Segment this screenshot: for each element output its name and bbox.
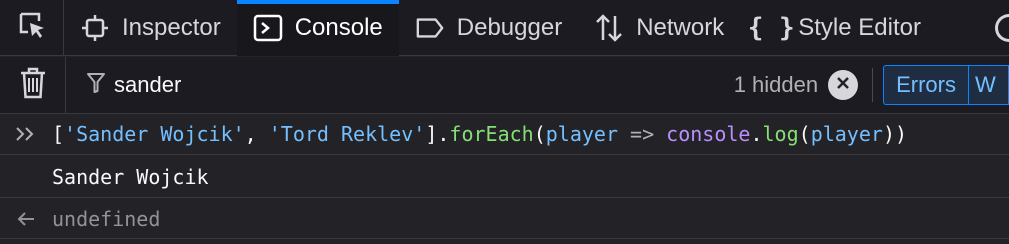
result-arrow-icon (0, 211, 52, 227)
code-token: ( (533, 122, 546, 146)
console-result-row: undefined (0, 199, 1009, 239)
element-picker-button[interactable] (0, 0, 64, 56)
overflow-tab-icon[interactable] (995, 14, 1009, 42)
console-icon (253, 13, 283, 43)
inspector-icon (80, 13, 110, 43)
code-token: , (244, 122, 269, 146)
errors-filter-button[interactable]: Errors (883, 65, 969, 105)
hidden-messages-count: 1 hidden (733, 72, 819, 97)
tab-label: Inspector (122, 13, 221, 41)
code-token: => (618, 122, 667, 146)
code-token: player (545, 122, 618, 146)
console-input-row: ['Sander Wojcik', 'Tord Reklev'].forEach… (0, 114, 1009, 155)
code-token: console (666, 122, 751, 146)
command-text[interactable]: ['Sander Wojcik', 'Tord Reklev'].forEach… (52, 122, 907, 146)
clear-filter-button[interactable] (828, 70, 859, 100)
filter-separator (872, 68, 874, 102)
code-token: ]. (425, 122, 450, 146)
console-filter-bar: 1 hidden Errors W (0, 56, 1009, 114)
code-token: forEach (449, 122, 534, 146)
devtools-toolbar: Inspector Console Debugger Network {} S… (0, 0, 1009, 56)
code-token: log (762, 122, 799, 146)
code-token: . (750, 122, 763, 146)
tab-console[interactable]: Console (236, 0, 399, 56)
code-token: 'Sander Wojcik' (64, 122, 245, 146)
tab-network[interactable]: Network (578, 0, 740, 56)
network-icon (594, 13, 624, 43)
tab-label: Network (636, 13, 725, 41)
clear-console-button[interactable] (0, 56, 66, 114)
log-message[interactable]: Sander Wojcik (52, 165, 209, 189)
code-token: ( (798, 122, 811, 146)
trash-icon (19, 67, 47, 104)
debugger-icon (415, 13, 445, 43)
tab-style-editor[interactable]: { } Style Editor (740, 0, 937, 56)
code-token: )) (882, 122, 908, 146)
warnings-filter-button[interactable]: W (969, 65, 1009, 105)
style-editor-icon: { } (747, 12, 795, 43)
result-value[interactable]: undefined (52, 207, 160, 231)
console-log-row: Sander Wojcik (0, 156, 1009, 198)
input-prompt-icon (0, 126, 52, 142)
filter-field (66, 72, 734, 99)
code-token: [ (52, 122, 65, 146)
code-token: player (810, 122, 883, 146)
tab-debugger[interactable]: Debugger (399, 0, 578, 56)
filter-input[interactable] (114, 72, 674, 98)
tab-label: Debugger (456, 13, 563, 41)
filter-icon (86, 72, 106, 99)
tab-label: Style Editor (798, 13, 921, 41)
tab-label: Console (294, 13, 383, 41)
code-token: 'Tord Reklev' (268, 122, 426, 146)
element-picker-icon (17, 10, 47, 45)
tab-inspector[interactable]: Inspector (64, 0, 237, 56)
close-icon (836, 76, 850, 95)
